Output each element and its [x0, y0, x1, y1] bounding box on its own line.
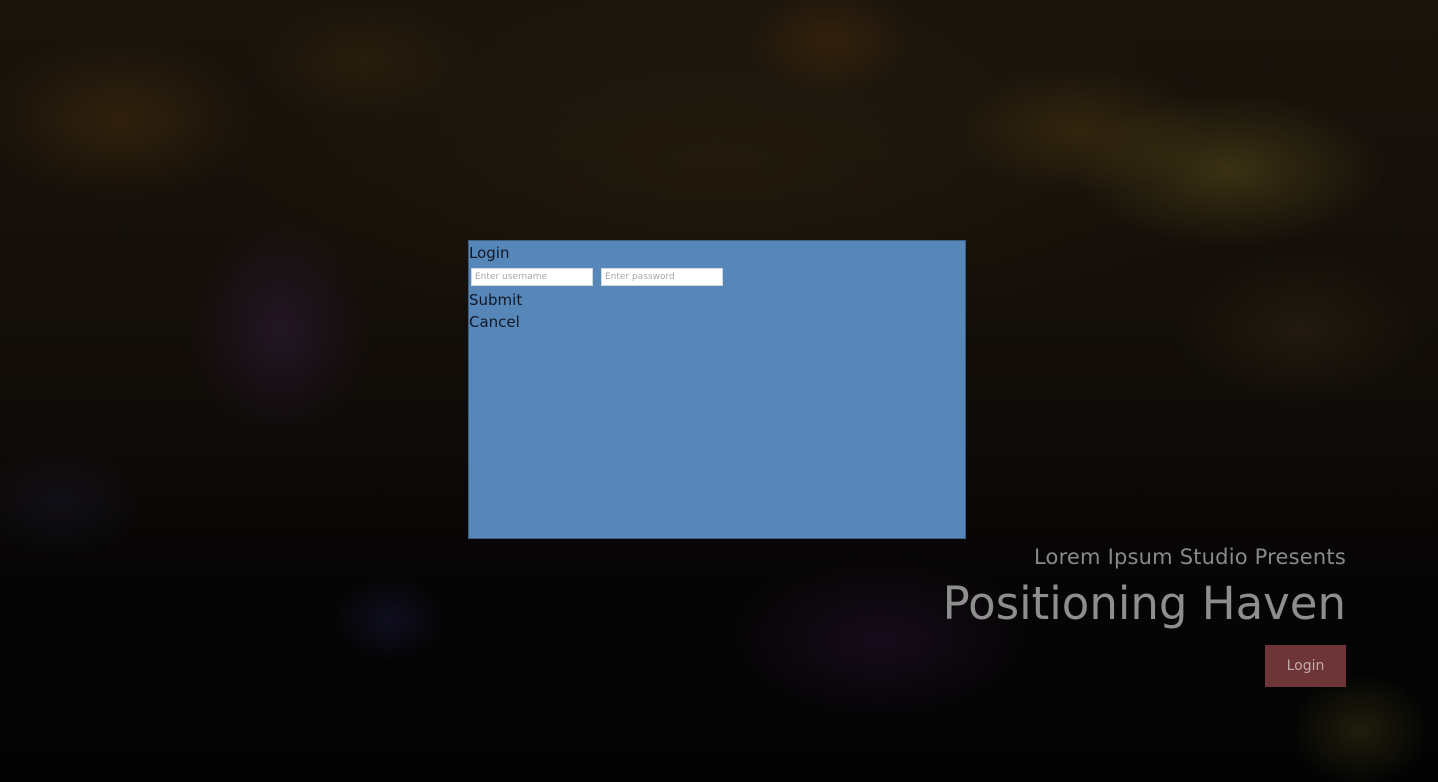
dialog-title: Login	[469, 244, 510, 262]
login-fields	[469, 266, 965, 288]
hero-title: Positioning Haven	[942, 577, 1346, 630]
login-dialog: Login Submit Cancel	[468, 240, 966, 539]
login-button[interactable]: Login	[1265, 645, 1346, 687]
hero-subtitle: Lorem Ipsum Studio Presents	[1033, 545, 1346, 569]
hero-section: Lorem Ipsum Studio Presents Positioning …	[943, 540, 1346, 687]
password-input[interactable]	[601, 268, 723, 286]
username-input[interactable]	[471, 268, 593, 286]
page-background: Login Submit Cancel Lorem Ipsum Studio P…	[0, 0, 1438, 782]
cancel-button[interactable]: Cancel	[469, 311, 965, 333]
submit-button[interactable]: Submit	[469, 289, 965, 311]
